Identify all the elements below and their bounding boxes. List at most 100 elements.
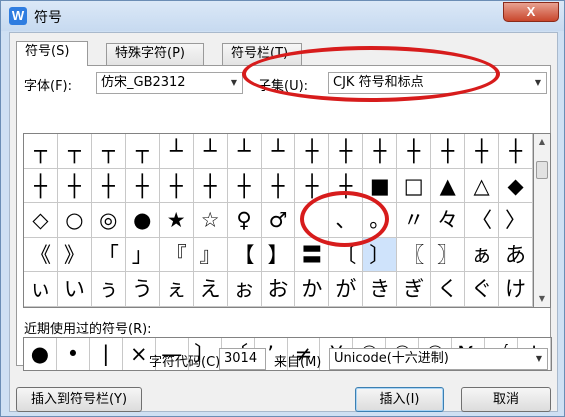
symbol-cell[interactable]: ★ [159,203,194,238]
scrollbar-thumb[interactable] [536,161,548,179]
symbol-cell[interactable]: ┼ [397,134,432,169]
subset-select[interactable]: CJK 符号和标点 ▼ [328,72,547,94]
symbol-cell[interactable]: ぅ [91,272,126,307]
symbol-cell[interactable]: ┼ [227,168,262,204]
symbol-cell[interactable]: え [193,272,228,307]
symbol-cell[interactable]: ┬ [125,134,160,169]
recent-symbol-cell[interactable]: | [90,338,123,370]
chevron-down-icon: ▼ [535,354,543,363]
symbol-cell[interactable]: あ [499,237,533,273]
symbol-grid-scrollbar[interactable]: ▲ ▼ [534,133,551,308]
close-button[interactable]: X [503,2,559,22]
symbol-cell[interactable]: ┼ [261,168,296,204]
symbol-cell[interactable]: ぃ [24,272,58,307]
symbol-cell[interactable]: ♀ [227,203,262,238]
symbol-grid: ┬ ┬ ┬ ┬ ┴ ┴ ┴ ┴ ┼ ┼ ┼ ┼ ┼ ┼ ┼ ┼ ┼ ┼ ┼ ┼ ┼ ┼ ┼ ┼ ┼ ■ □ ▲ △ ◆ ◇ ○ ◎ ● ★ ☆ ♀ ♂、。… [23,133,534,308]
tab-symbol-bar[interactable]: 符号栏(T) [222,43,302,65]
symbol-cell[interactable]: お [261,272,296,307]
scroll-up-icon[interactable]: ▲ [534,134,550,150]
symbol-cell[interactable]: ┴ [159,134,194,169]
symbol-cell[interactable]: 』 [193,237,228,273]
insert-to-symbol-bar-button[interactable]: 插入到符号栏(Y) [16,387,142,412]
symbol-cell[interactable]: 〗 [431,237,466,273]
symbol-cell[interactable]: △ [465,168,500,204]
cancel-button[interactable]: 取消 [461,387,551,412]
symbol-cell[interactable]: 々 [431,203,466,238]
recent-symbol-cell[interactable]: • [57,338,90,370]
symbol-cell[interactable]: ◇ [24,203,58,238]
symbol-cell[interactable]: ▲ [431,168,466,204]
symbol-cell[interactable]: ┼ [295,134,330,169]
symbol-cell[interactable]: 〕 [363,237,398,273]
symbol-cell[interactable]: い [57,272,92,307]
symbol-cell[interactable]: ┼ [431,134,466,169]
symbol-cell[interactable]: ┼ [91,168,126,204]
symbol-cell[interactable]: 〔 [329,237,364,273]
symbol-cell[interactable]: ♂ [261,203,296,238]
symbol-cell[interactable]: 。 [363,203,398,238]
chevron-down-icon: ▼ [534,78,542,87]
symbol-cell[interactable]: ■ [363,168,398,204]
symbol-cell[interactable]: ● [125,203,160,238]
scroll-down-icon[interactable]: ▼ [534,291,550,307]
symbol-cell[interactable]: ┼ [465,134,500,169]
font-select[interactable]: 仿宋_GB2312 ▼ [96,72,243,94]
symbol-cell[interactable]: ぉ [227,272,262,307]
symbol-cell[interactable]: 、 [329,203,364,238]
symbol-cell[interactable]: 〈 [465,203,500,238]
symbol-cell[interactable]: け [499,272,533,307]
symbol-cell[interactable]: 「 [91,237,126,273]
symbol-cell[interactable]: が [329,272,364,307]
symbol-cell[interactable] [295,203,330,238]
symbol-cell[interactable]: □ [397,168,432,204]
symbol-cell[interactable]: ┬ [57,134,92,169]
symbol-cell[interactable]: ぎ [397,272,432,307]
symbol-dialog: W 符号 X 符号(S) 特殊字符(P) 符号栏(T) 字体(F): 仿宋_GB… [0,0,565,417]
insert-button[interactable]: 插入(I) [355,387,444,412]
symbol-cell[interactable]: 〓 [295,237,330,273]
symbol-cell[interactable]: き [363,272,398,307]
symbol-cell[interactable]: ┬ [24,134,58,169]
symbol-cell[interactable]: か [295,272,330,307]
symbol-cell[interactable]: ┼ [329,168,364,204]
symbol-cell[interactable]: 【 [227,237,262,273]
symbol-cell[interactable]: ぁ [465,237,500,273]
dialog-body: 符号(S) 特殊字符(P) 符号栏(T) 字体(F): 仿宋_GB2312 ▼ … [9,32,558,412]
symbol-cell[interactable]: ┴ [227,134,262,169]
encoding-select[interactable]: Unicode(十六进制) ▼ [329,348,548,370]
symbol-cell[interactable]: く [431,272,466,307]
symbol-cell[interactable]: ┴ [193,134,228,169]
symbol-cell[interactable]: う [125,272,160,307]
symbol-cell[interactable]: 《 [24,237,58,273]
tab-special-characters[interactable]: 特殊字符(P) [106,43,204,65]
recent-symbol-cell[interactable]: ● [24,338,57,370]
symbol-cell[interactable]: ○ [57,203,92,238]
symbol-cell[interactable]: ┼ [295,168,330,204]
symbol-cell[interactable]: ☆ [193,203,228,238]
symbol-cell[interactable]: ┼ [159,168,194,204]
symbol-cell[interactable]: ┼ [499,134,533,169]
symbol-cell[interactable]: 〉 [499,203,533,238]
symbol-cell[interactable]: ぇ [159,272,194,307]
symbol-cell[interactable]: ┼ [57,168,92,204]
symbol-cell[interactable]: 」 [125,237,160,273]
symbol-cell[interactable]: ┼ [24,168,58,204]
symbol-cell[interactable]: ◎ [91,203,126,238]
charcode-input[interactable]: 3014 [219,348,266,370]
symbol-cell[interactable]: ┼ [329,134,364,169]
symbol-cell[interactable]: 》 [57,237,92,273]
symbol-cell[interactable]: 〖 [397,237,432,273]
encoding-select-value: Unicode(十六进制) [334,351,449,366]
symbol-cell[interactable]: ◆ [499,168,533,204]
symbol-cell[interactable]: ぐ [465,272,500,307]
symbol-cell[interactable]: ┼ [125,168,160,204]
recent-symbols-label: 近期使用过的符号(R): [24,322,152,337]
tab-symbols[interactable]: 符号(S) [16,41,88,66]
symbol-cell[interactable]: 〃 [397,203,432,238]
symbol-cell[interactable]: 『 [159,237,194,273]
symbol-cell[interactable]: ┼ [193,168,228,204]
symbol-cell[interactable]: 】 [261,237,296,273]
symbol-cell[interactable]: ┴ [261,134,296,169]
symbol-cell[interactable]: ┬ [91,134,126,169]
symbol-cell[interactable]: ┼ [363,134,398,169]
